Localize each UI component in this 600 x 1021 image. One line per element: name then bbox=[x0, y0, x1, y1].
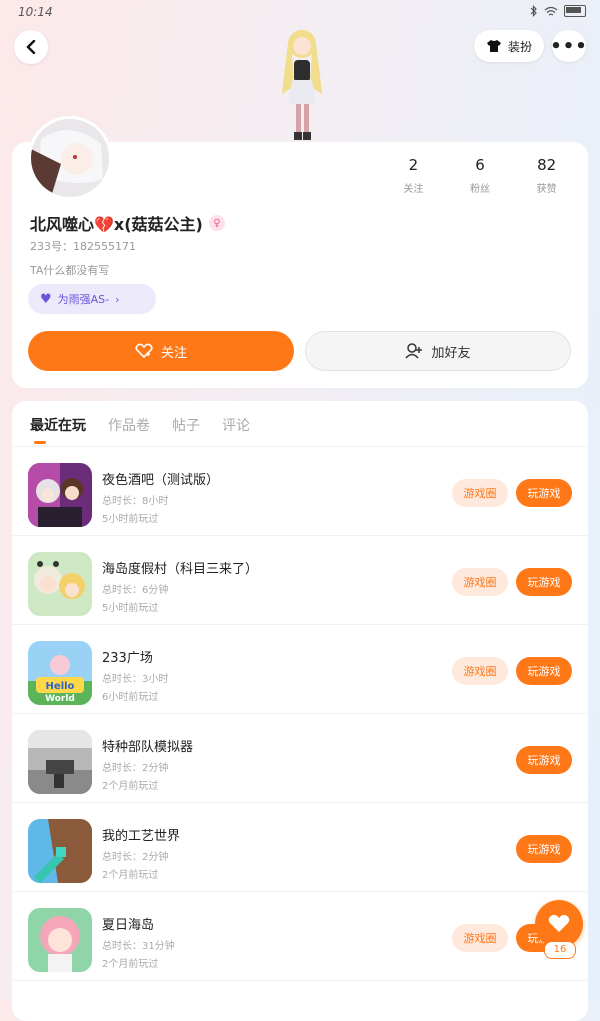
tshirt-icon bbox=[486, 40, 501, 52]
chevron-right-icon: › bbox=[115, 292, 120, 306]
status-bar: 10:14 bbox=[0, 0, 600, 24]
play-game-button[interactable]: 玩游戏 bbox=[516, 657, 572, 685]
bluetooth-icon bbox=[530, 5, 537, 17]
play-game-button[interactable]: 玩游戏 bbox=[516, 568, 572, 596]
game-icon bbox=[28, 730, 92, 794]
stat-label: 获赞 bbox=[536, 184, 557, 195]
nickname: 北风噬心💔x(菇菇公主) bbox=[30, 215, 203, 234]
avatar-image bbox=[31, 119, 109, 197]
tag-label: 为雨强AS- bbox=[57, 293, 110, 306]
game-row[interactable]: 夜色酒吧（测试版） 总时长：8小时 5小时前玩过 游戏圈 玩游戏 bbox=[12, 447, 588, 536]
play-game-button[interactable]: 玩游戏 bbox=[516, 835, 572, 863]
follow-label: 关注 bbox=[160, 345, 187, 361]
wifi-icon bbox=[544, 6, 558, 16]
game-last-played: 2个月前玩过 bbox=[102, 781, 159, 792]
more-horizontal-icon: ••• bbox=[550, 35, 588, 57]
game-duration: 总时长：6分钟 bbox=[102, 585, 169, 596]
game-duration: 总时长：2分钟 bbox=[102, 852, 169, 863]
game-duration: 总时长：31分钟 bbox=[102, 941, 175, 952]
game-icon: Hello World bbox=[28, 641, 92, 705]
game-row[interactable]: 特种部队模拟器 总时长：2分钟 2个月前玩过 玩游戏 bbox=[12, 714, 588, 803]
game-row[interactable]: 夏日海岛 总时长：31分钟 2个月前玩过 游戏圈 玩游戏 bbox=[12, 892, 588, 981]
like-count: 16 bbox=[544, 941, 576, 959]
game-row[interactable]: 海岛度假村（科目三来了） 总时长：6分钟 5小时前玩过 游戏圈 玩游戏 bbox=[12, 536, 588, 625]
stat-label: 关注 bbox=[403, 184, 424, 195]
dress-up-label: 装扮 bbox=[507, 39, 532, 54]
game-row[interactable]: 我的工艺世界 总时长：2分钟 2个月前玩过 玩游戏 bbox=[12, 803, 588, 892]
profile-tabs: 最近在玩 作品卷 帖子 评论 bbox=[30, 415, 250, 435]
game-last-played: 6小时前玩过 bbox=[102, 692, 159, 703]
game-duration: 总时长：8小时 bbox=[102, 496, 169, 507]
game-name: 夜色酒吧（测试版） bbox=[102, 473, 220, 488]
more-button[interactable]: ••• bbox=[550, 30, 588, 62]
nickname-row: 北风噬心💔x(菇菇公主) ♀ bbox=[30, 211, 225, 235]
bio: TA什么都没有写 bbox=[30, 264, 110, 277]
add-friend-button[interactable]: 加好友 bbox=[305, 331, 571, 371]
status-icons bbox=[530, 5, 586, 17]
game-icon bbox=[28, 552, 92, 616]
game-name: 夏日海岛 bbox=[102, 918, 155, 933]
tab-works[interactable]: 作品卷 bbox=[108, 415, 150, 435]
follow-button[interactable]: 关注 bbox=[28, 331, 294, 371]
play-game-button[interactable]: 玩游戏 bbox=[516, 479, 572, 507]
game-last-played: 5小时前玩过 bbox=[102, 603, 159, 614]
game-icon bbox=[28, 819, 92, 883]
game-name: 233广场 bbox=[102, 651, 153, 666]
tab-recently-played[interactable]: 最近在玩 bbox=[30, 415, 86, 435]
female-icon: ♀ bbox=[208, 215, 225, 231]
dress-up-button[interactable]: 装扮 bbox=[474, 30, 544, 62]
tab-posts[interactable]: 帖子 bbox=[172, 415, 200, 435]
game-circle-button[interactable]: 游戏圈 bbox=[452, 924, 508, 952]
svg-text:World: World bbox=[45, 694, 75, 704]
game-circle-button[interactable]: 游戏圈 bbox=[452, 568, 508, 596]
character-avatar-figure bbox=[282, 30, 322, 140]
stat-label: 粉丝 bbox=[470, 184, 490, 195]
game-circle-button[interactable]: 游戏圈 bbox=[452, 657, 508, 685]
game-duration: 总时长：3小时 bbox=[102, 674, 169, 685]
add-friend-label: 加好友 bbox=[431, 345, 471, 361]
chevron-left-icon bbox=[26, 40, 36, 54]
back-button[interactable] bbox=[14, 30, 48, 64]
recent-games-card: 最近在玩 作品卷 帖子 评论 夜色酒吧（测试版） 总时长：8小时 5小时前玩过 … bbox=[12, 401, 588, 1021]
stat-followers[interactable]: 6 粉丝 bbox=[447, 156, 514, 195]
game-duration: 总时长：2分钟 bbox=[102, 763, 169, 774]
heart-icon bbox=[548, 914, 570, 932]
svg-text:Hello: Hello bbox=[46, 681, 75, 692]
heart-plus-icon bbox=[135, 343, 153, 359]
game-name: 海岛度假村（科目三来了） bbox=[102, 562, 259, 577]
profile-stats: 2 关注 6 粉丝 82 获赞 bbox=[380, 156, 580, 195]
game-circle-button[interactable]: 游戏圈 bbox=[452, 479, 508, 507]
tab-indicator bbox=[34, 441, 46, 444]
game-last-played: 2个月前玩过 bbox=[102, 870, 159, 881]
game-icon bbox=[28, 463, 92, 527]
stat-value: 6 bbox=[475, 156, 485, 174]
game-name: 特种部队模拟器 bbox=[102, 740, 194, 755]
status-time: 10:14 bbox=[18, 5, 53, 19]
purple-heart-icon: ♥ bbox=[40, 291, 52, 307]
battery-icon bbox=[564, 5, 586, 17]
tab-comments[interactable]: 评论 bbox=[222, 415, 250, 435]
stat-likes[interactable]: 82 获赞 bbox=[513, 156, 580, 195]
stat-following[interactable]: 2 关注 bbox=[380, 156, 447, 195]
game-icon bbox=[28, 908, 92, 972]
stat-value: 82 bbox=[537, 156, 557, 174]
game-last-played: 2个月前玩过 bbox=[102, 959, 159, 970]
stat-value: 2 bbox=[408, 156, 419, 174]
game-name: 我的工艺世界 bbox=[102, 829, 181, 844]
avatar[interactable] bbox=[28, 116, 112, 200]
play-game-button[interactable]: 玩游戏 bbox=[516, 746, 572, 774]
user-id: 233号：182555171 bbox=[30, 240, 136, 253]
tag-chip[interactable]: ♥ 为雨强AS- › bbox=[28, 284, 156, 314]
add-user-icon bbox=[405, 343, 423, 359]
game-row[interactable]: Hello World 233广场 总时长：3小时 6小时前玩过 游戏圈 玩游戏 bbox=[12, 625, 588, 714]
game-last-played: 5小时前玩过 bbox=[102, 514, 159, 525]
